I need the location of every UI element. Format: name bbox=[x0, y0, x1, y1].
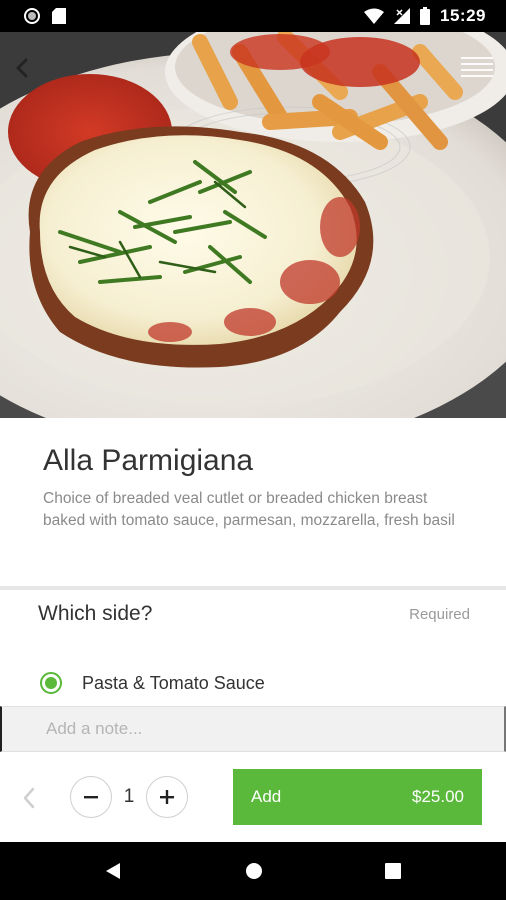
nav-home-icon bbox=[246, 863, 262, 879]
status-bar-right: 15:29 bbox=[364, 6, 506, 26]
status-bar: 15:29 bbox=[0, 0, 506, 32]
nav-recent-button[interactable] bbox=[380, 858, 406, 884]
quantity-increase-button[interactable] bbox=[146, 776, 188, 818]
battery-icon bbox=[420, 7, 431, 25]
add-button-price: $25.00 bbox=[412, 787, 464, 806]
status-time: 15:29 bbox=[440, 6, 486, 25]
dish-image bbox=[0, 32, 506, 418]
previous-button[interactable] bbox=[14, 780, 44, 816]
item-title: Alla Parmigiana bbox=[43, 444, 254, 477]
plus-icon bbox=[160, 790, 174, 804]
required-label: Required bbox=[409, 606, 470, 623]
notification-dot-icon bbox=[24, 8, 40, 24]
menu-icon bbox=[461, 57, 493, 77]
radio-selected-dot bbox=[45, 677, 57, 689]
nav-recent-icon bbox=[385, 863, 401, 879]
back-arrow-icon bbox=[16, 58, 28, 78]
add-button-label: Add bbox=[251, 787, 282, 806]
option-row-pasta[interactable]: Pasta & Tomato Sauce bbox=[0, 660, 506, 706]
option-label: Pasta & Tomato Sauce bbox=[82, 672, 265, 693]
item-description: Choice of breaded veal cutlet or breaded… bbox=[43, 490, 455, 529]
option-group-title: Which side? bbox=[38, 602, 153, 625]
minus-icon bbox=[84, 796, 98, 799]
chevron-left-icon bbox=[23, 787, 35, 809]
option-group-header: Which side? Required bbox=[0, 590, 506, 640]
item-info: Alla Parmigiana Choice of breaded veal c… bbox=[0, 418, 506, 586]
bottom-bar: 1 Add $25.00 bbox=[0, 752, 506, 842]
nav-back-button[interactable] bbox=[100, 858, 126, 884]
nav-back-icon bbox=[106, 863, 120, 879]
quantity-value: 1 bbox=[123, 786, 135, 807]
status-bar-left bbox=[0, 8, 66, 24]
add-to-order-button[interactable]: Add $25.00 bbox=[233, 769, 482, 825]
quantity-decrease-button[interactable] bbox=[70, 776, 112, 818]
dish-photo bbox=[0, 32, 506, 418]
navigation-bar bbox=[0, 842, 506, 900]
menu-button[interactable] bbox=[460, 52, 494, 82]
wifi-icon bbox=[364, 8, 385, 24]
back-button[interactable] bbox=[6, 52, 38, 84]
nav-home-button[interactable] bbox=[241, 858, 267, 884]
signal-icon bbox=[394, 8, 411, 24]
note-input[interactable] bbox=[0, 706, 506, 752]
sd-card-icon bbox=[52, 8, 66, 24]
radio-button[interactable] bbox=[40, 672, 62, 694]
